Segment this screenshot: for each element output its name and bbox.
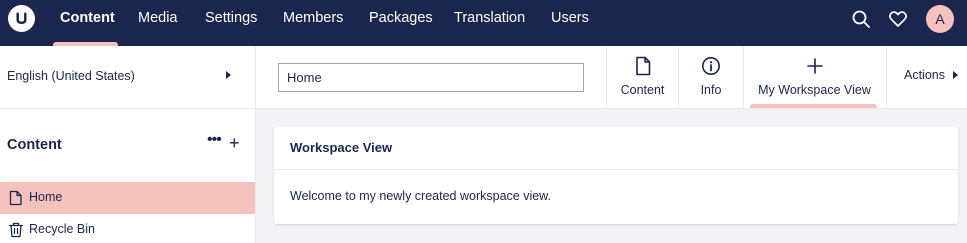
nav-item-content[interactable]: Content [60,0,115,46]
tree-item-label: Recycle Bin [29,222,95,236]
panel-header: Workspace View [274,127,958,170]
heart-icon[interactable] [888,9,908,29]
panel-title: Workspace View [290,140,393,155]
panel-body-text: Welcome to my newly created workspace vi… [290,189,551,203]
document-icon [9,190,22,206]
divider [743,46,744,108]
workspace-view-panel: Workspace View Welcome to my newly creat… [274,127,958,224]
editor-header: English (United States) Content Info My … [0,46,967,109]
tree-item-recycle-bin[interactable]: Recycle Bin [0,214,255,243]
tree-item-home[interactable]: Home [0,182,255,214]
nav-item-settings[interactable]: Settings [205,0,257,46]
app-tab-label: Content [620,83,665,97]
nav-item-users[interactable]: Users [551,0,589,46]
node-name-input[interactable] [278,63,584,92]
chevron-right-icon [226,71,231,79]
divider [255,46,256,109]
nav-item-translation[interactable]: Translation [454,0,525,46]
tree-item-label: Home [29,190,63,204]
umbraco-logo-icon[interactable] [8,5,35,32]
more-options-icon[interactable]: ••• [207,131,222,149]
search-icon[interactable] [851,9,871,29]
document-icon [635,56,650,76]
app-tab-content[interactable]: Content [607,46,678,108]
chevron-right-icon [953,71,958,79]
divider [678,46,679,108]
nav-item-members[interactable]: Members [283,0,343,46]
content-tree-sidebar: Content ••• + Home Recycle Bin [0,109,256,243]
app-tab-my-workspace-view[interactable]: My Workspace View [744,46,885,108]
add-icon[interactable]: + [229,134,240,152]
trash-icon [8,222,24,238]
tree-title: Content [7,137,62,153]
nav-item-packages[interactable]: Packages [369,0,433,46]
top-navigation: Content Media Settings Members Packages … [0,0,967,46]
app-tab-label: My Workspace View [758,83,871,97]
divider [886,46,887,108]
info-icon [702,57,720,75]
active-app-indicator [750,104,877,108]
user-avatar[interactable]: A [926,5,954,33]
nav-item-media[interactable]: Media [138,0,178,46]
actions-menu-button[interactable]: Actions [904,46,945,106]
app-tab-label: Info [700,83,722,97]
language-selector[interactable]: English (United States) [7,46,135,106]
plus-icon [806,58,823,74]
app-tab-info[interactable]: Info [679,46,743,108]
divider [606,46,607,108]
